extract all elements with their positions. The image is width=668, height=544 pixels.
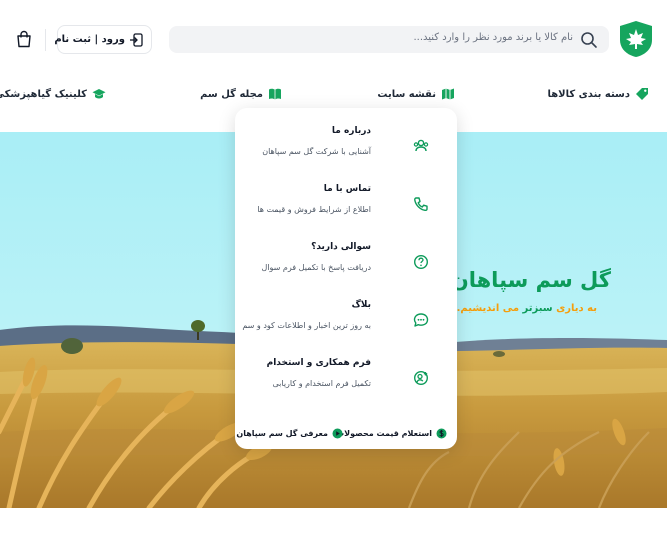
login-icon xyxy=(131,33,144,47)
map-icon xyxy=(443,88,455,100)
dropdown-item-careers[interactable]: فرم همکاری و استخدام تکمیل فرم استخدام و… xyxy=(248,358,438,398)
dropdown-item-contact[interactable]: تماس با ما اطلاع از شرایط فروش و قیمت ها xyxy=(248,184,438,224)
search-input[interactable]: نام کالا یا برند مورد نظر را وارد کنید..… xyxy=(414,32,574,43)
search-box[interactable]: نام کالا یا برند مورد نظر را وارد کنید..… xyxy=(170,26,610,53)
hero-subtitle: به دیاری سبزتر می اندیشیم... xyxy=(450,303,598,314)
tag-icon xyxy=(637,88,649,100)
play-icon xyxy=(333,428,344,438)
nav-item-plant-clinic[interactable]: کلینیک گیاهپزشکی xyxy=(0,86,107,102)
graduation-cap-icon xyxy=(93,89,107,99)
dollar-icon xyxy=(437,428,448,438)
nav-item-sitemap[interactable]: نقشه سایت xyxy=(378,86,456,102)
phone-icon xyxy=(415,197,429,212)
user-add-icon xyxy=(414,370,430,386)
hero-title: گل سم سپاهان xyxy=(451,268,612,292)
main-nav: دسته بندی کالاها نقشه سایت مجله گل سم کل… xyxy=(0,80,668,106)
dropdown-item-questions[interactable]: سوالی دارید؟ دریافت پاسخ با تکمیل فرم سو… xyxy=(248,242,438,282)
nav-item-magazine[interactable]: مجله گل سم xyxy=(201,86,283,102)
login-register-button[interactable]: ورود | ثبت نام xyxy=(55,25,153,54)
users-icon xyxy=(414,139,430,152)
sitemap-dropdown-menu: درباره ما آشنایی با شرکت گل سم سپاهان تم… xyxy=(236,108,458,449)
company-intro-link[interactable]: معرفی گل سم سپاهان xyxy=(237,426,344,440)
header-divider xyxy=(46,29,47,51)
shopping-bag-icon[interactable] xyxy=(16,30,34,48)
site-header: نام کالا یا برند مورد نظر را وارد کنید..… xyxy=(0,0,668,72)
logo-leaf-icon[interactable] xyxy=(620,20,654,58)
price-inquiry-link[interactable]: استعلام قیمت محصولات xyxy=(337,426,448,440)
search-icon[interactable] xyxy=(581,31,599,49)
dropdown-item-about[interactable]: درباره ما آشنایی با شرکت گل سم سپاهان xyxy=(248,126,438,166)
nav-item-categories[interactable]: دسته بندی کالاها xyxy=(548,86,650,102)
question-icon xyxy=(414,254,430,270)
chat-icon xyxy=(414,313,430,327)
dropdown-item-blog[interactable]: بلاگ به روز ترین اخبار و اطلاعات کود و س… xyxy=(243,300,438,340)
login-register-label: ورود | ثبت نام xyxy=(55,34,126,45)
book-icon xyxy=(270,88,282,100)
